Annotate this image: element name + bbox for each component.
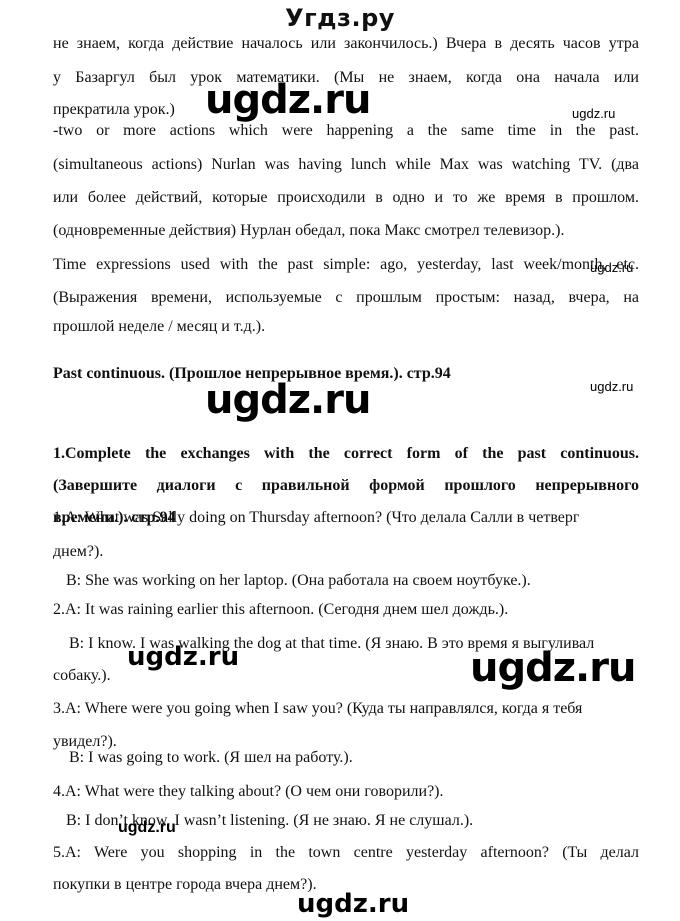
- watermark: ugdz.ru: [572, 106, 616, 121]
- text-line: (simultaneous actions) Nurlan was having…: [53, 156, 639, 173]
- text-line: Time expressions used with the past simp…: [53, 256, 639, 273]
- site-title: Угдз.ру: [285, 4, 395, 32]
- exercise-heading: (Завершите диалоги с правильной формой п…: [53, 477, 639, 494]
- watermark: ugdz.ru: [590, 260, 634, 275]
- dialogue-line: днем?).: [53, 543, 104, 560]
- text-line: не знаем, когда действие началось или за…: [53, 35, 639, 52]
- watermark: ugdz.ru: [470, 645, 636, 691]
- watermark: ugdz.ru: [205, 77, 371, 123]
- dialogue-line: B: She was working on her laptop. (Она р…: [66, 572, 531, 589]
- watermark: ugdz.ru: [118, 819, 176, 836]
- exercise-heading: 1.Complete the exchanges with the correc…: [53, 445, 639, 462]
- text-line: или более действий, которые происходили …: [53, 189, 639, 206]
- text-line: (одновременные действия) Нурлан обедал, …: [53, 222, 565, 239]
- text-line: прошлой неделе / месяц и т.д.).: [53, 318, 266, 335]
- text-line: -two or more actions which were happenin…: [53, 122, 639, 139]
- watermark: ugdz.ru: [297, 889, 410, 919]
- dialogue-line: 2.A: It was raining earlier this afterno…: [53, 601, 509, 618]
- dialogue-line: 5.A: Were you shopping in the town centr…: [53, 844, 639, 861]
- dialogue-line: B: I was going to work. (Я шел на работу…: [69, 749, 353, 766]
- watermark: ugdz.ru: [590, 379, 634, 394]
- dialogue-line: 1.A: What was Sally doing on Thursday af…: [53, 509, 580, 526]
- text-line: (Выражения времени, используемые с прошл…: [53, 289, 639, 306]
- watermark: ugdz.ru: [127, 642, 240, 672]
- dialogue-line: 4.A: What were they talking about? (О че…: [53, 783, 444, 800]
- dialogue-line: 3.A: Where were you going when I saw you…: [53, 700, 583, 717]
- watermark: ugdz.ru: [205, 377, 371, 423]
